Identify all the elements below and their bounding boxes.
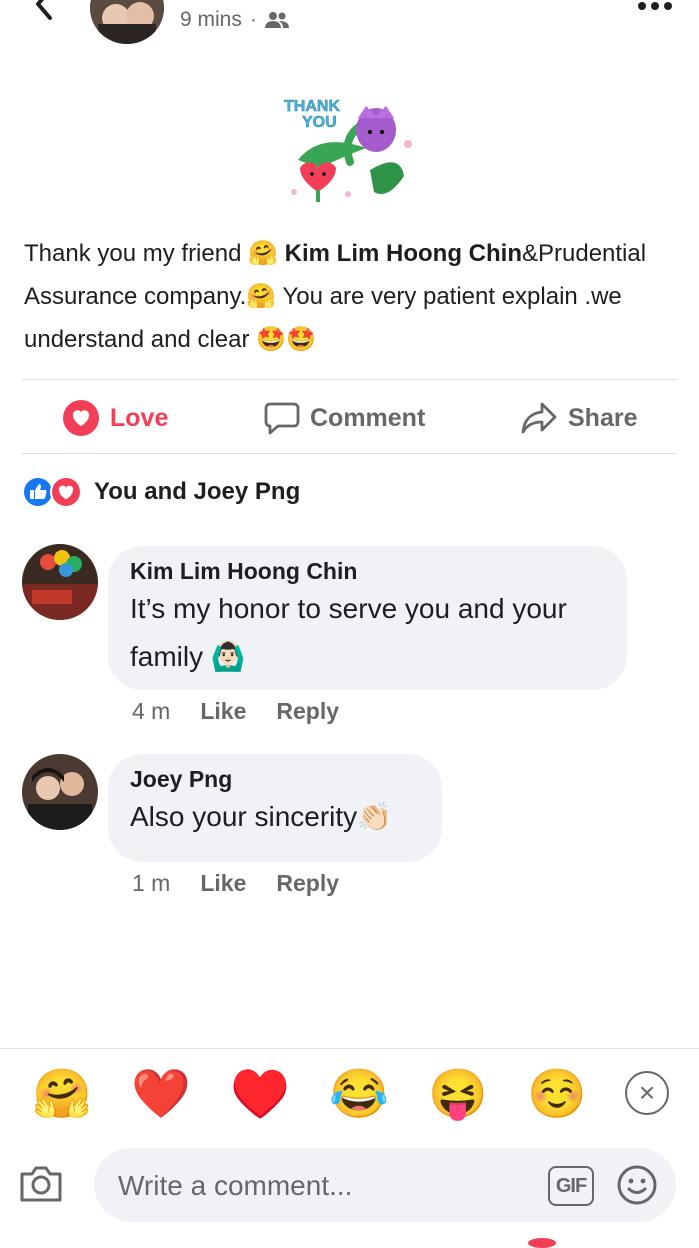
comment-author[interactable]: Joey Png <box>130 766 420 793</box>
comment-bubble[interactable]: Joey Png Also your sincerity👏🏻 <box>108 754 442 862</box>
reply-link[interactable]: Reply <box>276 698 339 725</box>
more-dots-icon[interactable] <box>636 0 676 14</box>
like-link[interactable]: Like <box>200 870 246 897</box>
notification-indicator <box>528 1238 556 1248</box>
post-time[interactable]: 9 mins <box>180 8 242 32</box>
chevron-left-icon[interactable] <box>30 0 70 34</box>
meta-separator: · <box>249 8 257 31</box>
mention-link[interactable]: Kim Lim Hoong Chin <box>285 240 522 267</box>
thank-you-sticker: THANK YOU <box>284 98 412 202</box>
love-reaction-icon <box>63 400 99 436</box>
squinting-tongue-emoji-button[interactable]: 😝 <box>428 1067 488 1123</box>
comment-time[interactable]: 4 m <box>132 698 170 725</box>
camera-icon[interactable] <box>18 1164 64 1204</box>
smiling-emoji-button[interactable]: ☺️ <box>527 1067 587 1123</box>
share-button[interactable]: Share <box>520 396 637 440</box>
divider <box>22 453 677 454</box>
sticker-text-1: THANK <box>284 98 340 115</box>
divider <box>22 379 677 380</box>
post-text: Thank you my friend 🤗 Kim Lim Hoong Chin… <box>24 240 647 353</box>
friends-icon <box>264 12 289 28</box>
comment-composer: GIF <box>94 1148 676 1224</box>
post-meta: 9 mins · <box>180 8 289 32</box>
comment-bubble[interactable]: Kim Lim Hoong Chin It’s my honor to serv… <box>108 546 627 690</box>
reply-link[interactable]: Reply <box>276 870 339 897</box>
love-button[interactable]: Love <box>62 396 168 440</box>
emoji-picker-icon[interactable] <box>616 1164 658 1206</box>
love-reaction-icon <box>50 476 82 508</box>
comment-author[interactable]: Kim Lim Hoong Chin <box>130 558 605 585</box>
share-icon <box>521 402 557 434</box>
red-heart-emoji-button[interactable]: ❤️ <box>131 1067 191 1123</box>
quick-emoji-bar: 🤗 ❤️ ♥️ 😂 😝 ☺️ × <box>0 1048 699 1139</box>
gif-button[interactable]: GIF <box>548 1166 594 1206</box>
like-link[interactable]: Like <box>200 698 246 725</box>
comment-icon <box>264 402 300 435</box>
comment-text: It’s my honor to serve you and your fami… <box>130 593 567 672</box>
comment-text: Also your sincerity👏🏻 <box>130 801 393 832</box>
hugging-emoji-2: 🤗 <box>246 283 277 310</box>
reactions-label: You and Joey Png <box>94 478 301 505</box>
avatar[interactable] <box>22 544 98 620</box>
clapping-hands-emoji: 👏🏻 <box>357 801 393 832</box>
tears-of-joy-emoji-button[interactable]: 😂 <box>329 1067 389 1123</box>
hugging-emoji: 🤗 <box>248 240 278 267</box>
comment-input[interactable] <box>116 1148 520 1224</box>
reactions-summary[interactable]: You and Joey Png <box>22 476 300 508</box>
dark-heart-emoji-button[interactable]: ♥️ <box>230 1067 290 1123</box>
comment-time[interactable]: 1 m <box>132 870 170 897</box>
hugging-emoji-button[interactable]: 🤗 <box>32 1067 92 1123</box>
comment-button[interactable]: Comment <box>264 396 425 440</box>
avatar[interactable] <box>22 754 98 830</box>
close-icon[interactable]: × <box>625 1071 669 1115</box>
star-struck-emoji: 🤩🤩 <box>256 326 316 353</box>
comment-meta: 1 m Like Reply <box>132 870 339 897</box>
sticker-text-2: YOU <box>302 114 337 131</box>
comment-meta: 4 m Like Reply <box>132 698 339 725</box>
author-avatar[interactable] <box>90 0 164 44</box>
person-gesturing-ok-emoji: 🙆🏻‍♂️ <box>210 641 246 672</box>
